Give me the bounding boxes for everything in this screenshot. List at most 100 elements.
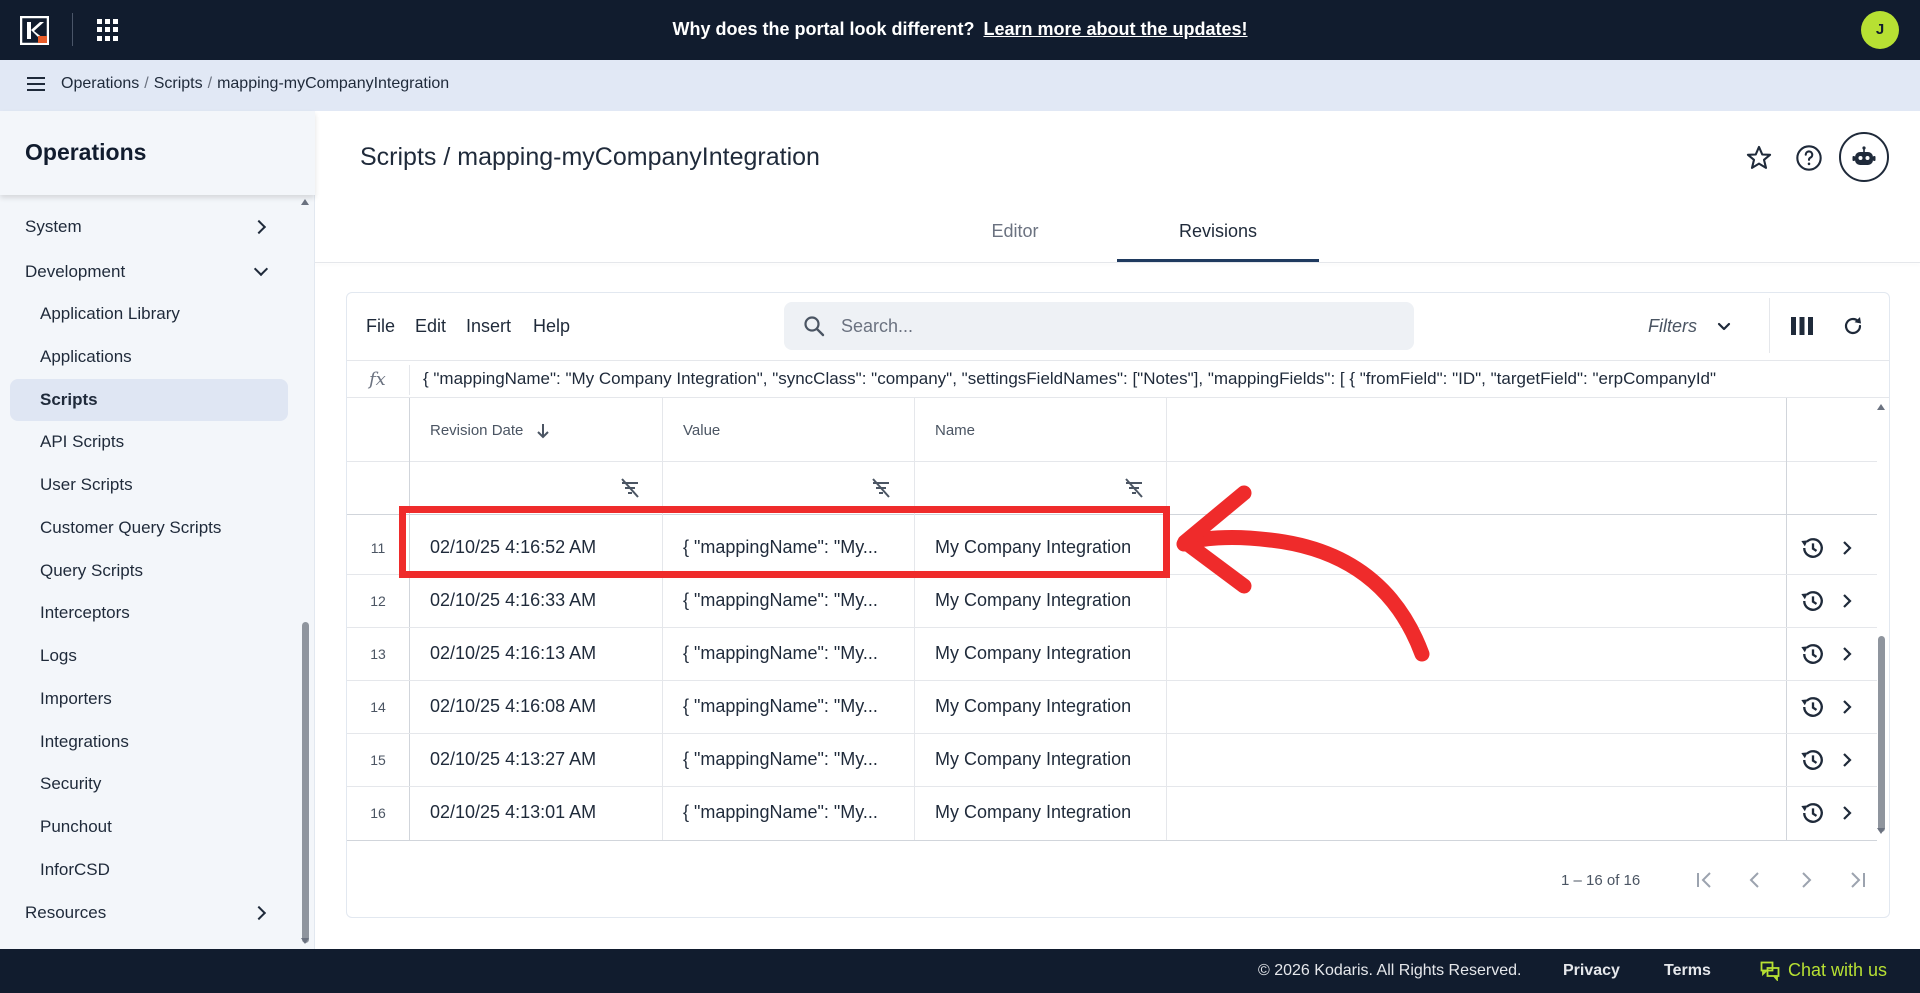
search-input[interactable]: Search... bbox=[784, 302, 1414, 350]
breadcrumb-item-operations[interactable]: Operations bbox=[61, 75, 139, 92]
cell-name[interactable]: My Company Integration bbox=[935, 696, 1131, 717]
sidebar-item-api-scripts[interactable]: API Scripts bbox=[40, 432, 124, 452]
chevron-right-icon[interactable] bbox=[1840, 750, 1854, 770]
sidebar-item-system[interactable]: System bbox=[25, 217, 82, 237]
cell-revision-date[interactable]: 02/10/25 4:13:01 AM bbox=[430, 802, 596, 823]
column-header-value[interactable]: Value bbox=[683, 422, 720, 439]
sidebar-item-inforcsd[interactable]: InforCSD bbox=[40, 860, 110, 880]
cell-value[interactable]: { "mappingName": "My... bbox=[683, 749, 878, 770]
avatar[interactable]: J bbox=[1861, 11, 1899, 49]
grid-scroll-up-arrow[interactable] bbox=[1877, 404, 1885, 410]
sidebar-item-development[interactable]: Development bbox=[25, 262, 125, 282]
history-icon[interactable] bbox=[1799, 640, 1827, 668]
chevron-right-icon[interactable] bbox=[251, 219, 267, 235]
menu-edit[interactable]: Edit bbox=[415, 316, 446, 337]
chevron-down-icon[interactable] bbox=[253, 261, 269, 277]
sidebar-item-label: Applications bbox=[40, 347, 132, 366]
formula-value[interactable]: { "mappingName": "My Company Integration… bbox=[423, 369, 1716, 389]
row-divider bbox=[347, 840, 1877, 841]
row-number: 14 bbox=[370, 699, 386, 715]
grid-scrollbar-thumb[interactable] bbox=[1878, 636, 1885, 832]
first-page-icon[interactable] bbox=[1693, 868, 1717, 892]
sidebar-item-scripts[interactable]: Scripts bbox=[40, 390, 98, 410]
sidebar-item-query-scripts[interactable]: Query Scripts bbox=[40, 561, 143, 581]
sidebar-scroll-up-arrow[interactable] bbox=[301, 199, 309, 205]
history-icon[interactable] bbox=[1799, 746, 1827, 774]
hamburger-menu-icon[interactable] bbox=[27, 77, 45, 91]
cell-name[interactable]: My Company Integration bbox=[935, 590, 1131, 611]
search-icon bbox=[804, 316, 825, 337]
sidebar-item-logs[interactable]: Logs bbox=[40, 646, 77, 666]
cell-value[interactable]: { "mappingName": "My... bbox=[683, 696, 878, 717]
chevron-right-icon[interactable] bbox=[1840, 591, 1854, 611]
active-tab-indicator bbox=[1117, 259, 1319, 262]
cell-revision-date[interactable]: 02/10/25 4:16:08 AM bbox=[430, 696, 596, 717]
privacy-link[interactable]: Privacy bbox=[1563, 962, 1620, 980]
sidebar-item-label: User Scripts bbox=[40, 475, 133, 494]
pagination-range: 1 – 16 of 16 bbox=[1561, 872, 1641, 889]
breadcrumb-item-scripts[interactable]: Scripts bbox=[154, 75, 203, 92]
refresh-icon[interactable] bbox=[1841, 314, 1865, 338]
sidebar-item-punchout[interactable]: Punchout bbox=[40, 817, 112, 837]
columns-icon[interactable] bbox=[1790, 316, 1814, 336]
history-icon[interactable] bbox=[1799, 693, 1827, 721]
sidebar-item-label: Logs bbox=[40, 646, 77, 665]
sidebar-item-application-library[interactable]: Application Library bbox=[40, 304, 180, 324]
sidebar-scroll-down-arrow[interactable] bbox=[301, 938, 309, 944]
cell-value[interactable]: { "mappingName": "My... bbox=[683, 643, 878, 664]
chevron-down-icon[interactable] bbox=[1715, 318, 1733, 336]
sidebar-item-label: Integrations bbox=[40, 732, 129, 751]
grid-scroll-down-arrow[interactable] bbox=[1877, 828, 1885, 834]
history-icon[interactable] bbox=[1799, 799, 1827, 827]
menu-help[interactable]: Help bbox=[533, 316, 570, 337]
sidebar-item-label: Application Library bbox=[40, 304, 180, 323]
chevron-right-icon[interactable] bbox=[1840, 803, 1854, 823]
sidebar-item-resources[interactable]: Resources bbox=[25, 903, 106, 923]
next-page-icon[interactable] bbox=[1794, 868, 1818, 892]
cell-revision-date[interactable]: 02/10/25 4:13:27 AM bbox=[430, 749, 596, 770]
help-icon[interactable] bbox=[1795, 144, 1823, 172]
sidebar-scrollbar-thumb[interactable] bbox=[302, 622, 309, 943]
filters-dropdown[interactable]: Filters bbox=[1648, 316, 1697, 337]
sidebar-item-label: Development bbox=[25, 262, 126, 281]
menu-insert[interactable]: Insert bbox=[466, 316, 511, 337]
sidebar-item-integrations[interactable]: Integrations bbox=[40, 732, 129, 752]
sidebar-item-interceptors[interactable]: Interceptors bbox=[40, 603, 130, 623]
chevron-right-icon[interactable] bbox=[251, 905, 267, 921]
column-header-name[interactable]: Name bbox=[935, 422, 975, 439]
menu-file[interactable]: File bbox=[366, 316, 395, 337]
tabs-divider bbox=[315, 262, 1920, 263]
star-icon[interactable] bbox=[1745, 144, 1773, 172]
cell-revision-date[interactable]: 02/10/25 4:16:33 AM bbox=[430, 590, 596, 611]
last-page-icon[interactable] bbox=[1845, 868, 1869, 892]
sidebar-item-security[interactable]: Security bbox=[40, 774, 101, 794]
column-header-revision-date[interactable]: Revision Date bbox=[430, 422, 523, 439]
sidebar-item-applications[interactable]: Applications bbox=[40, 347, 132, 367]
cell-name[interactable]: My Company Integration bbox=[935, 749, 1131, 770]
filter-off-icon[interactable] bbox=[1123, 478, 1145, 498]
cell-revision-date[interactable]: 02/10/25 4:16:13 AM bbox=[430, 643, 596, 664]
chevron-right-icon[interactable] bbox=[1840, 538, 1854, 558]
previous-page-icon[interactable] bbox=[1743, 868, 1767, 892]
column-header-label: Value bbox=[683, 422, 721, 439]
filter-off-icon[interactable] bbox=[870, 478, 892, 498]
filter-off-icon[interactable] bbox=[619, 478, 641, 498]
sidebar-item-label: Query Scripts bbox=[40, 561, 143, 580]
ai-assistant-button[interactable] bbox=[1839, 132, 1889, 182]
tab-editor[interactable]: Editor bbox=[965, 221, 1065, 242]
history-icon[interactable] bbox=[1799, 587, 1827, 615]
sidebar-item-user-scripts[interactable]: User Scripts bbox=[40, 475, 133, 495]
announcement-link[interactable]: Learn more about the updates! bbox=[983, 19, 1247, 39]
chevron-right-icon[interactable] bbox=[1840, 644, 1854, 664]
sidebar-item-importers[interactable]: Importers bbox=[40, 689, 112, 709]
cell-name[interactable]: My Company Integration bbox=[935, 643, 1131, 664]
tab-revisions[interactable]: Revisions bbox=[1117, 221, 1319, 242]
cell-name[interactable]: My Company Integration bbox=[935, 802, 1131, 823]
sidebar-item-customer-query-scripts[interactable]: Customer Query Scripts bbox=[40, 518, 221, 538]
history-icon[interactable] bbox=[1799, 534, 1827, 562]
chevron-right-icon[interactable] bbox=[1840, 697, 1854, 717]
cell-value[interactable]: { "mappingName": "My... bbox=[683, 590, 878, 611]
sort-desc-arrow-icon[interactable] bbox=[535, 422, 551, 440]
cell-value[interactable]: { "mappingName": "My... bbox=[683, 802, 878, 823]
terms-link[interactable]: Terms bbox=[1664, 962, 1711, 980]
